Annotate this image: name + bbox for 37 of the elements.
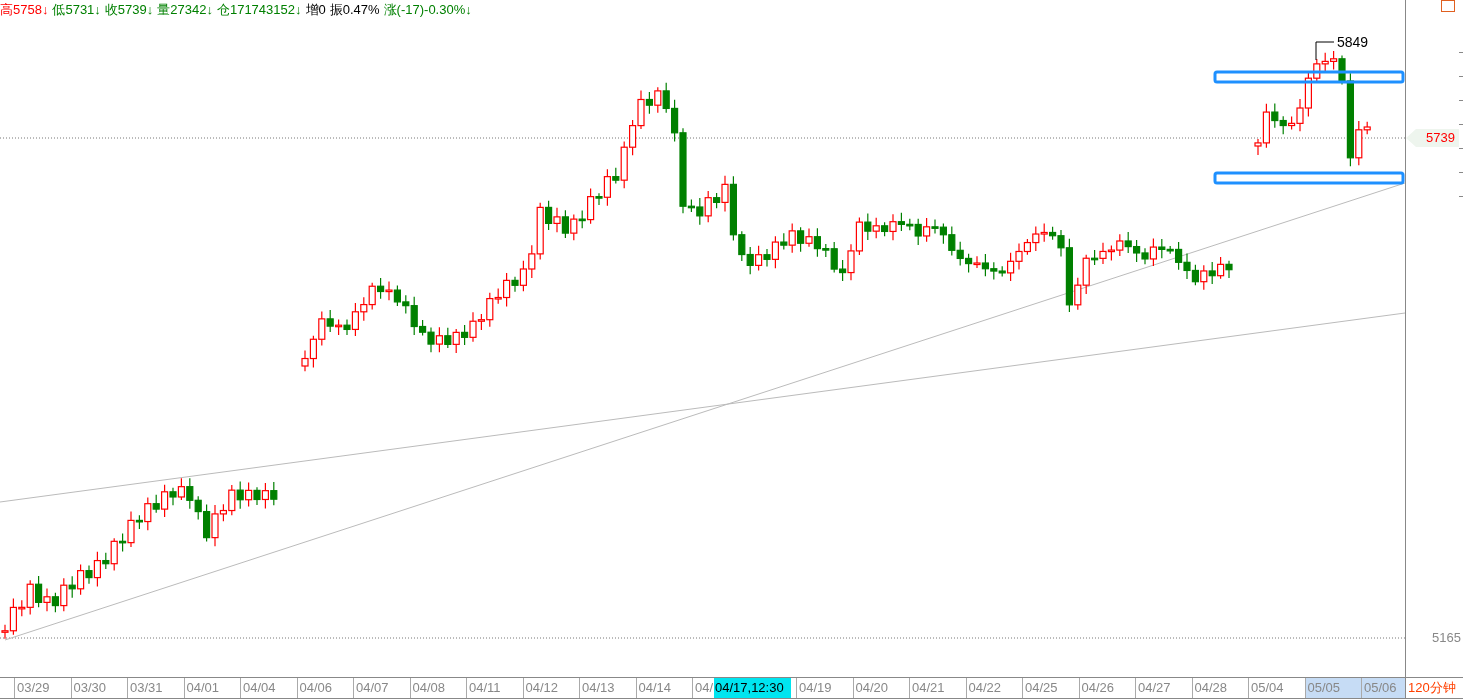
quote-field: 低5731↓ — [52, 0, 101, 20]
date-label: 04/25 — [1022, 678, 1079, 698]
date-label: 04/04 — [240, 678, 297, 698]
date-label: 04/14 — [635, 678, 692, 698]
date-label: 05/06 — [1361, 678, 1405, 698]
window-icon[interactable] — [1441, 0, 1455, 12]
date-label: 04/21 — [909, 678, 966, 698]
price-label: 5739 — [1406, 129, 1459, 147]
date-label: 04/26 — [1078, 678, 1135, 698]
date-label: 05/04 — [1248, 678, 1305, 698]
date-label: 03/29 — [14, 678, 71, 698]
date-label: 04/19 — [796, 678, 853, 698]
quote-field: 仓171743152↓ — [216, 0, 302, 20]
quote-field: 收5739↓ — [104, 0, 154, 20]
date-label: 04/01 — [183, 678, 240, 698]
date-label: 04/11 — [466, 678, 523, 698]
quote-field: 增0 — [305, 0, 326, 20]
date-label: 04/28 — [1191, 678, 1248, 698]
quote-field: 涨(-17)-0.30%↓ — [383, 0, 472, 20]
date-label: 04/20 — [852, 678, 909, 698]
period-label[interactable]: 120分钟 — [1405, 678, 1456, 698]
date-label: 04/22 — [965, 678, 1022, 698]
date-label: 04/07 — [353, 678, 410, 698]
date-label: 04/13 — [579, 678, 636, 698]
high-price-label: 5849 — [1337, 34, 1369, 50]
quote-field: 高5758↓ — [0, 0, 49, 20]
date-label: 04/27 — [1135, 678, 1192, 698]
date-label: 05/05 — [1304, 678, 1361, 698]
date-label: 04/06 — [296, 678, 353, 698]
quote-field: 振0.47% — [329, 0, 380, 20]
date-label: 03/30 — [70, 678, 127, 698]
quote-field: 量27342↓ — [157, 0, 213, 20]
cursor-time-label: 04/17,12:30 — [714, 678, 791, 698]
date-label: 04/12 — [522, 678, 579, 698]
date-label: 03/31 — [127, 678, 184, 698]
price-label: 5165 — [1431, 629, 1462, 647]
date-label: 04/08 — [409, 678, 466, 698]
